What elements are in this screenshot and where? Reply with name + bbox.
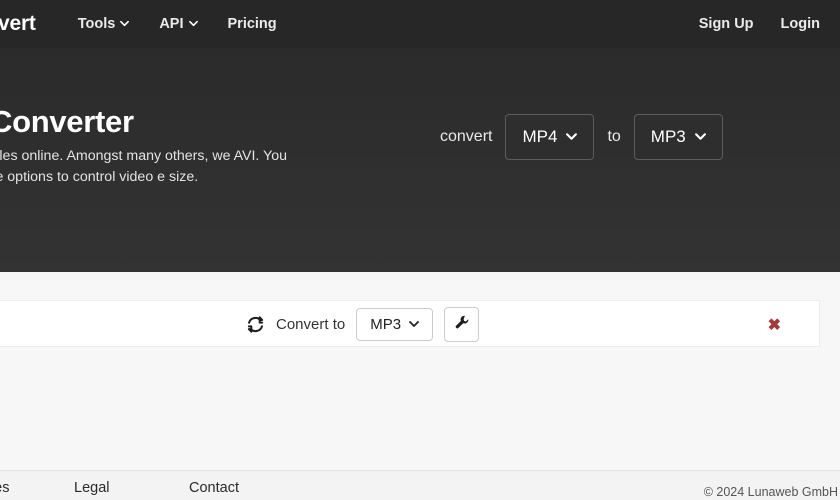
sign-up-button[interactable]: Sign Up xyxy=(699,16,754,32)
chevron-down-icon xyxy=(566,131,578,142)
source-format-select[interactable]: MP4 xyxy=(505,114,595,160)
file-format-value: MP3 xyxy=(370,316,402,333)
hero-to-label: to xyxy=(607,128,621,145)
source-format-value: MP4 xyxy=(522,127,558,146)
hero-convert-controls: convert MP4 to MP3 xyxy=(440,114,723,160)
login-button[interactable]: Login xyxy=(781,16,820,32)
footer-column-resources[interactable]: urces xyxy=(0,480,74,496)
convert-to-label: Convert to xyxy=(276,316,346,333)
file-format-select[interactable]: MP3 xyxy=(356,308,434,341)
hero-section: Converter our video files online. Amongs… xyxy=(0,48,840,272)
target-format-value: MP3 xyxy=(650,127,686,146)
navbar: vert Tools API Pricing Sign Up Login xyxy=(0,0,840,48)
hero-inner: Converter our video files online. Amongs… xyxy=(0,48,840,272)
chevron-down-icon xyxy=(120,19,130,28)
target-format-select[interactable]: MP3 xyxy=(633,114,723,160)
nav-links: Tools API Pricing xyxy=(78,16,277,32)
page-title: Converter xyxy=(0,104,134,139)
nav-item-tools-label: Tools xyxy=(77,16,116,32)
remove-file-button[interactable]: ✖ xyxy=(768,301,781,348)
file-row-card: Convert to MP3 ✖ xyxy=(0,300,820,347)
nav-item-pricing-label: Pricing xyxy=(227,16,277,32)
page-root: vert Tools API Pricing Sign Up Login Con… xyxy=(0,0,840,500)
file-row-controls: Convert to MP3 xyxy=(246,301,480,348)
nav-item-api-label: API xyxy=(159,16,184,32)
wrench-icon xyxy=(454,314,470,335)
copyright-text: © 2024 Lunaweb GmbH xyxy=(703,485,838,499)
brand-logo[interactable]: vert xyxy=(0,12,36,36)
hero-description: our video files online. Amongst many oth… xyxy=(0,148,287,185)
hero-convert-label: convert xyxy=(440,128,493,145)
footer-columns: urces Legal Contact xyxy=(0,480,309,496)
settings-button[interactable] xyxy=(444,307,480,342)
nav-item-pricing[interactable]: Pricing xyxy=(228,16,277,32)
footer-column-contact[interactable]: Contact xyxy=(189,480,309,496)
chevron-down-icon xyxy=(694,131,706,142)
nav-item-api[interactable]: API xyxy=(159,16,198,32)
nav-right-group: Sign Up Login xyxy=(699,16,840,32)
main-content: Convert to MP3 ✖ xyxy=(0,272,840,470)
chevron-down-icon xyxy=(409,319,419,329)
nav-item-tools[interactable]: Tools xyxy=(78,16,130,32)
footer: urces Legal Contact © 2024 Lunaweb GmbH xyxy=(0,470,840,500)
chevron-down-icon xyxy=(188,19,198,28)
footer-column-legal[interactable]: Legal xyxy=(74,480,189,496)
sync-icon xyxy=(246,315,265,334)
